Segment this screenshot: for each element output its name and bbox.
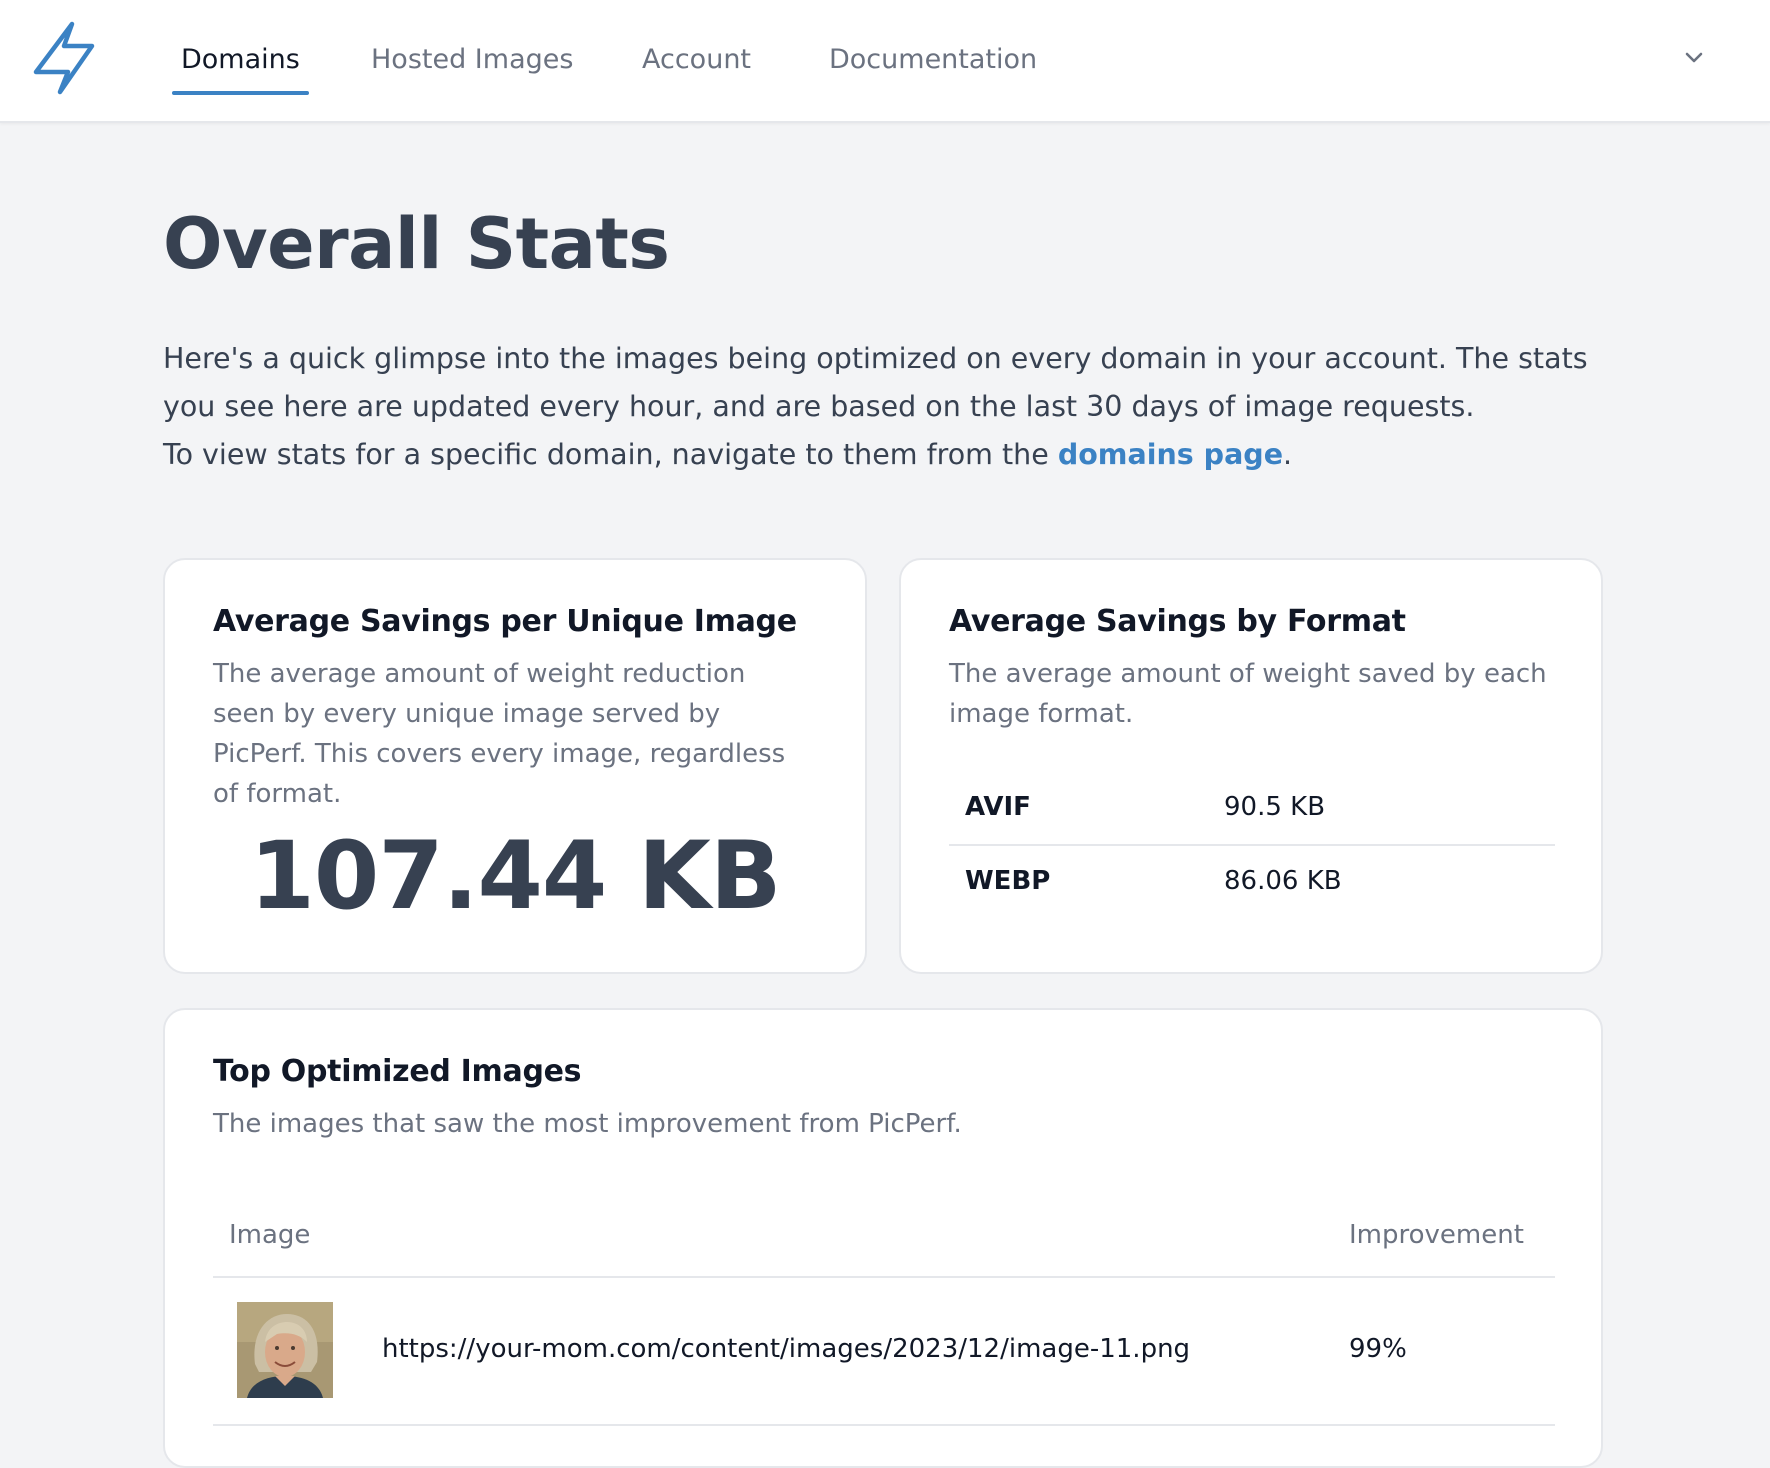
intro-prefix: To view stats for a specific domain, nav… [163, 438, 1058, 471]
nav-tab-hosted-images[interactable]: Hosted Images [371, 44, 573, 75]
format-table: AVIF 90.5 KB WEBP 86.06 KB [949, 772, 1555, 920]
table-header: Image Improvement [213, 1198, 1555, 1278]
improvement-value: 99% [1349, 1334, 1407, 1364]
intro-suffix: . [1283, 438, 1293, 471]
domains-page-link[interactable]: domains page [1058, 438, 1283, 471]
table-row: https://your-mom.com/content/images/2023… [213, 1278, 1555, 1426]
intro-text: Here's a quick glimpse into the images b… [163, 335, 1603, 479]
top-optimized-images-card: Top Optimized Images The images that saw… [163, 1008, 1603, 1468]
format-value: 86.06 KB [1224, 866, 1342, 896]
intro-paragraph: Here's a quick glimpse into the images b… [163, 342, 1588, 423]
column-header-image: Image [229, 1220, 311, 1250]
format-name: WEBP [965, 866, 1051, 896]
chevron-down-icon[interactable] [1680, 44, 1708, 72]
column-header-improvement: Improvement [1349, 1220, 1524, 1250]
image-thumbnail [237, 1302, 333, 1398]
nav-tab-account[interactable]: Account [642, 44, 751, 75]
format-value: 90.5 KB [1224, 792, 1326, 822]
savings-by-format-card: Average Savings by Format The average am… [899, 558, 1603, 974]
format-row-avif: AVIF 90.5 KB [949, 772, 1555, 846]
average-savings-value: 107.44 KB [249, 822, 782, 931]
card-title: Average Savings per Unique Image [213, 604, 797, 639]
card-description: The average amount of weight saved by ea… [949, 659, 1547, 729]
format-name: AVIF [965, 792, 1031, 822]
top-images-table: Image Improvement https://your-mom.com/c… [213, 1198, 1555, 1426]
average-savings-card: Average Savings per Unique Image The ave… [163, 558, 867, 974]
page-title: Overall Stats [163, 203, 670, 285]
lightning-bolt-icon[interactable] [30, 20, 96, 96]
card-title: Average Savings by Format [949, 604, 1406, 639]
intro-domains-line: To view stats for a specific domain, nav… [163, 431, 1603, 479]
nav-tab-domains[interactable]: Domains [172, 44, 309, 95]
card-description: The images that saw the most improvement… [213, 1109, 962, 1139]
card-title: Top Optimized Images [213, 1054, 582, 1089]
format-row-webp: WEBP 86.06 KB [949, 846, 1555, 920]
card-description: The average amount of weight reduction s… [213, 659, 786, 809]
nav-tab-documentation[interactable]: Documentation [829, 44, 1037, 75]
top-navigation: Domains Hosted Images Account Documentat… [0, 0, 1770, 123]
image-url[interactable]: https://your-mom.com/content/images/2023… [382, 1334, 1190, 1364]
